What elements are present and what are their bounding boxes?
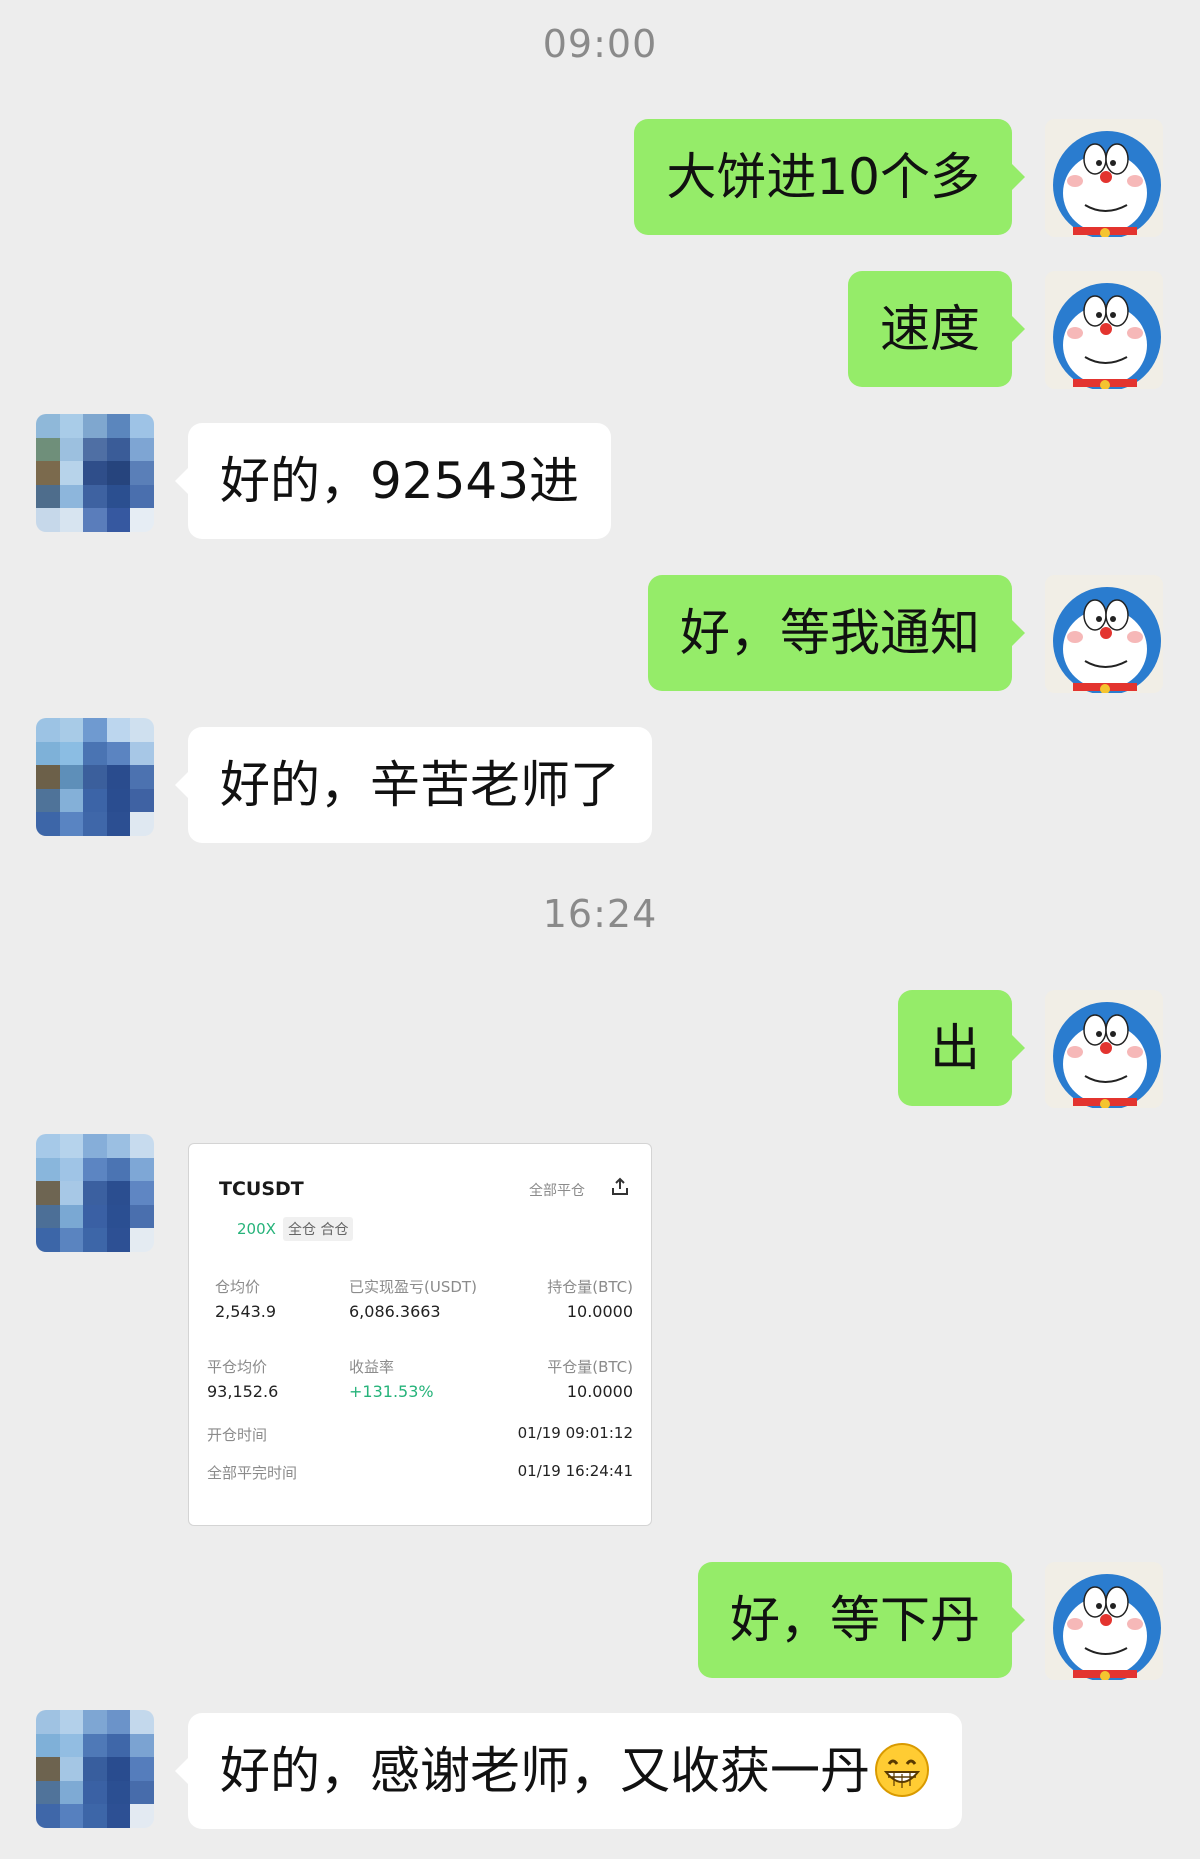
avatar[interactable] [36,1710,154,1828]
close-all-label: 全部平仓 [529,1183,585,1199]
avatar[interactable] [1045,990,1163,1108]
avatar[interactable] [1045,1562,1163,1680]
leverage: 200X [237,1220,276,1238]
message-bubble-incoming[interactable]: 好的，感谢老师，又收获一丹 [175,1713,962,1829]
pixelated-avatar-icon [36,1134,154,1252]
open-time-label: 开仓时间 [207,1426,268,1444]
margin-mode-badge: 全仓 合仓 [283,1217,354,1241]
message-text: 好的，感谢老师，又收获一丹 [220,1742,870,1800]
message-bubble-incoming[interactable]: 好的，辛苦老师了 [175,727,652,843]
yield-label: 收益率 [349,1358,395,1376]
trade-symbol: TCUSDT [219,1178,304,1200]
close-avg-value: 93,152.6 [207,1382,279,1401]
message-bubble-outgoing[interactable]: 出 [898,990,1025,1106]
message-bubble-outgoing[interactable]: 大饼进10个多 [634,119,1025,235]
pixelated-avatar-icon [36,718,154,836]
pixelated-avatar-icon [36,1710,154,1828]
position-label: 持仓量(BTC) [547,1278,633,1296]
close-avg-label: 平仓均价 [207,1358,268,1376]
trade-screenshot-card[interactable]: TCUSDT 200X 全仓 合仓 全部平仓 仓均价 2,543.9 已实现盈亏… [188,1143,652,1526]
message-bubble-outgoing[interactable]: 好，等下丹 [698,1562,1025,1678]
avatar[interactable] [36,1134,154,1252]
avatar[interactable] [1045,119,1163,237]
message-bubble-incoming[interactable]: 好的，92543进 [174,423,612,539]
close-time-label: 全部平完时间 [207,1464,298,1482]
message-bubble-outgoing[interactable]: 好，等我通知 [648,575,1025,691]
yield-value: +131.53% [349,1382,434,1401]
position-value: 10.0000 [566,1302,633,1321]
timestamp: 16:24 [542,892,658,936]
share-icon [612,1177,628,1195]
avatar[interactable] [36,718,154,836]
timestamp: 09:00 [542,22,658,66]
avatar[interactable] [1045,575,1163,693]
realized-pnl-value: 6,086.3663 [349,1302,441,1321]
realized-pnl-label: 已实现盈亏(USDT) [349,1278,477,1296]
doraemon-avatar-icon [1045,271,1163,389]
doraemon-avatar-icon [1045,575,1163,693]
close-time-value: 01/19 16:24:41 [517,1462,633,1480]
doraemon-avatar-icon [1045,990,1163,1108]
doraemon-avatar-icon [1045,119,1163,237]
doraemon-avatar-icon [1045,1562,1163,1680]
message-bubble-outgoing[interactable]: 速度 [848,271,1025,387]
avatar[interactable] [1045,271,1163,389]
open-time-value: 01/19 09:01:12 [517,1424,633,1442]
avatar[interactable] [36,414,154,532]
open-avg-label: 仓均价 [215,1278,261,1296]
open-avg-value: 2,543.9 [215,1302,277,1321]
pixelated-avatar-icon [36,414,154,532]
closed-qty-label: 平仓量(BTC) [547,1358,633,1376]
grinning-face-icon [875,1743,929,1797]
closed-qty-value: 10.0000 [566,1382,633,1401]
